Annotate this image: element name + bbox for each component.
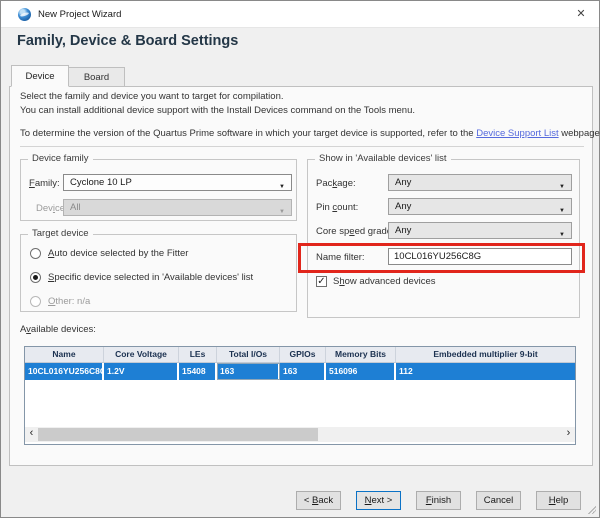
chevron-down-icon: ▼ — [279, 205, 285, 220]
package-label: Package: — [316, 178, 356, 189]
show-filters-group: Show in 'Available devices' list Package… — [307, 159, 580, 318]
chevron-down-icon: ▼ — [559, 180, 565, 195]
cell-memory-bits[interactable]: 516096 — [326, 363, 396, 380]
radio-button-selected-icon — [30, 272, 41, 283]
page-title: Family, Device & Board Settings — [17, 33, 238, 49]
table-row-selected[interactable]: 10CL016YU256C8G 1.2V 15408 163 163 51609… — [25, 363, 575, 380]
description-line-3-prefix: To determine the version of the Quartus … — [20, 128, 476, 139]
finish-button[interactable]: Finish — [416, 491, 461, 510]
tab-device[interactable]: Device — [11, 65, 69, 87]
available-devices-table: Name Core Voltage LEs Total I/Os GPIOs M… — [24, 346, 576, 445]
radio-specific-device[interactable]: Specific device selected in 'Available d… — [30, 272, 253, 283]
pin-count-dropdown-value: Any — [395, 201, 411, 212]
column-header-les[interactable]: LEs — [179, 347, 217, 362]
name-filter-input[interactable] — [388, 248, 572, 265]
device-family-group: Device family Family: Cyclone 10 LP ▼ De… — [20, 159, 297, 221]
device-tab-page: Select the family and device you want to… — [9, 86, 593, 466]
checkbox-checked-icon: ✓ — [316, 276, 327, 287]
help-button[interactable]: Help — [536, 491, 581, 510]
package-dropdown[interactable]: Any ▼ — [388, 174, 572, 191]
tab-board[interactable]: Board — [68, 67, 125, 87]
chevron-down-icon: ▼ — [559, 204, 565, 219]
column-header-name[interactable]: Name — [25, 347, 104, 362]
device-support-list-link[interactable]: Device Support List — [476, 128, 558, 139]
separator-line — [20, 146, 584, 147]
description-line-3: To determine the version of the Quartus … — [20, 128, 600, 139]
next-button[interactable]: Next > — [356, 491, 401, 510]
family-label: Family: — [29, 178, 60, 189]
device-family-group-title: Device family — [28, 153, 93, 164]
core-speed-grade-label: Core speed grade: — [316, 226, 395, 237]
chevron-down-icon: ▼ — [279, 180, 285, 195]
radio-specific-device-label: Specific device selected in 'Available d… — [48, 272, 253, 283]
radio-button-disabled-icon — [30, 296, 41, 307]
show-filters-group-title: Show in 'Available devices' list — [315, 153, 451, 164]
family-dropdown-value: Cyclone 10 LP — [70, 177, 132, 188]
radio-auto-device[interactable]: Auto device selected by the Fitter — [30, 248, 188, 259]
available-devices-label: Available devices: — [20, 324, 96, 335]
column-header-memory-bits[interactable]: Memory Bits — [326, 347, 396, 362]
resize-grip[interactable] — [587, 505, 596, 514]
new-project-wizard-dialog: New Project Wizard ✕ Family, Device & Bo… — [0, 0, 600, 518]
core-speed-grade-dropdown[interactable]: Any ▼ — [388, 222, 572, 239]
cancel-button[interactable]: Cancel — [476, 491, 521, 510]
radio-auto-device-label: Auto device selected by the Fitter — [48, 248, 188, 259]
target-device-group: Target device Auto device selected by th… — [20, 234, 297, 312]
close-icon[interactable]: ✕ — [573, 7, 589, 23]
family-dropdown[interactable]: Cyclone 10 LP ▼ — [63, 174, 292, 191]
horizontal-scrollbar[interactable]: ‹ › — [25, 427, 575, 442]
device-dropdown-value: All — [70, 202, 81, 213]
name-filter-label: Name filter: — [316, 252, 365, 263]
radio-button-icon — [30, 248, 41, 259]
show-advanced-devices-label: Show advanced devices — [333, 276, 435, 287]
target-device-group-title: Target device — [28, 228, 93, 239]
table-header-row: Name Core Voltage LEs Total I/Os GPIOs M… — [25, 347, 575, 363]
title-bar: New Project Wizard ✕ — [1, 1, 599, 28]
description-line-2: You can install additional device suppor… — [20, 105, 415, 116]
column-header-embedded-multiplier[interactable]: Embedded multiplier 9-bit — [396, 347, 575, 362]
description-line-1: Select the family and device you want to… — [20, 91, 284, 102]
column-header-total-ios[interactable]: Total I/Os — [217, 347, 280, 362]
radio-other-label: Other: n/a — [48, 296, 90, 307]
device-dropdown: All ▼ — [63, 199, 292, 216]
pin-count-dropdown[interactable]: Any ▼ — [388, 198, 572, 215]
cell-name[interactable]: 10CL016YU256C8G — [25, 363, 104, 380]
pin-count-label: Pin count: — [316, 202, 358, 213]
description-line-3-suffix: webpage. — [559, 128, 600, 139]
core-speed-grade-dropdown-value: Any — [395, 225, 411, 236]
quartus-app-icon — [18, 8, 31, 21]
column-header-core-voltage[interactable]: Core Voltage — [104, 347, 179, 362]
scrollbar-thumb[interactable] — [38, 428, 318, 441]
window-title: New Project Wizard — [38, 9, 121, 20]
chevron-down-icon: ▼ — [559, 228, 565, 243]
scroll-left-icon[interactable]: ‹ — [25, 427, 38, 442]
package-dropdown-value: Any — [395, 177, 411, 188]
cell-gpios[interactable]: 163 — [280, 363, 326, 380]
cell-les[interactable]: 15408 — [179, 363, 217, 380]
back-button[interactable]: < Back — [296, 491, 341, 510]
cell-core-voltage[interactable]: 1.2V — [104, 363, 179, 380]
radio-other: Other: n/a — [30, 296, 90, 307]
scroll-right-icon[interactable]: › — [562, 427, 575, 442]
column-header-gpios[interactable]: GPIOs — [280, 347, 326, 362]
show-advanced-devices-checkbox[interactable]: ✓ Show advanced devices — [316, 276, 435, 287]
cell-embedded-multiplier[interactable]: 112 — [396, 363, 575, 380]
cell-total-ios[interactable]: 163 — [217, 363, 280, 380]
